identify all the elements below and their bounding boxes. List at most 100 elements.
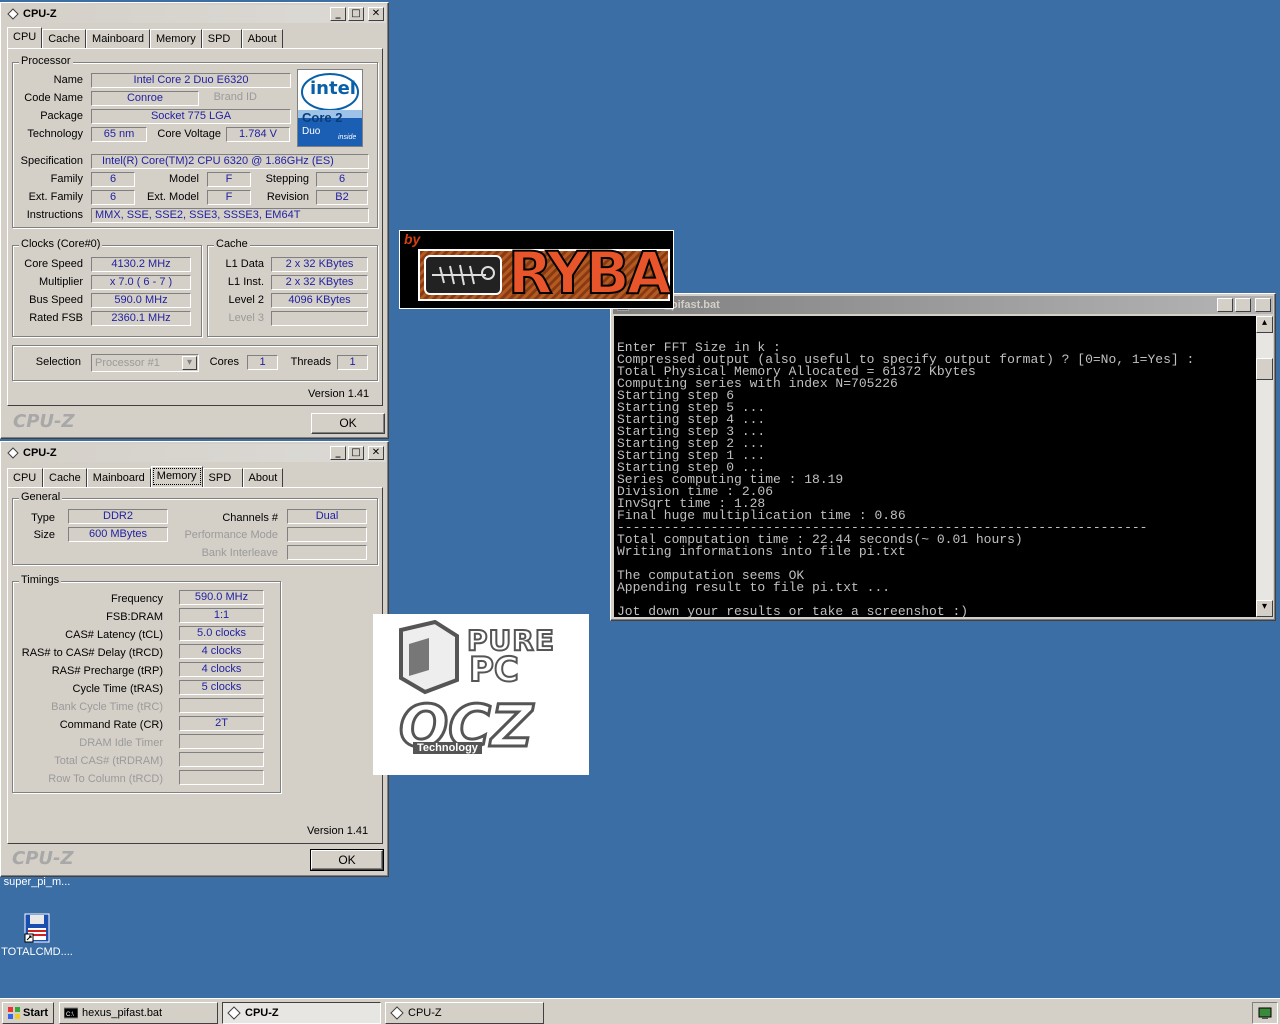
tab-mainboard[interactable]: Mainboard [86, 29, 151, 48]
tab-memory[interactable]: Memory [150, 29, 202, 48]
tras-value: 5 clocks [179, 680, 264, 695]
console-window[interactable]: hexus_pifast.bat _ □ ✕ Enter FFT Size in… [610, 293, 1276, 621]
size-label: Size [33, 529, 55, 541]
scroll-thumb[interactable] [1256, 358, 1273, 380]
minimize-button[interactable]: _ [330, 446, 346, 460]
desktop-icon-super-pi[interactable]: super_pi_m... [0, 876, 74, 888]
technology-value: 65 nm [91, 127, 147, 142]
name-label: Name [53, 74, 83, 86]
taskbar-button-console[interactable]: C:\ hexus_pifast.bat [59, 1002, 218, 1024]
window-title: CPU-Z [23, 8, 57, 20]
type-label: Type [31, 512, 55, 524]
tab-about[interactable]: About [242, 468, 284, 487]
trcd-value: 4 clocks [179, 644, 264, 659]
extmodel-label: Ext. Model [147, 191, 199, 203]
scroll-down-button[interactable]: ▾ [1256, 600, 1273, 617]
version-label: Version 1.41 [307, 825, 369, 837]
cpuz-titlebar[interactable]: CPU-Z _ □ ✕ [3, 5, 386, 23]
level2-value: 4096 KBytes [271, 293, 368, 308]
level2-label: Level 2 [228, 294, 264, 306]
taskbar-button-cpuz-active[interactable]: CPU-Z [222, 1002, 381, 1024]
corespeed-label: Core Speed [24, 258, 83, 270]
close-button[interactable]: ✕ [368, 7, 384, 21]
cpuz-app-icon [390, 1006, 404, 1020]
ok-button[interactable]: OK [310, 849, 384, 871]
taskbar-button-label: hexus_pifast.bat [82, 1007, 163, 1019]
family-label: Family [50, 173, 83, 185]
model-label: Model [169, 173, 199, 185]
tab-about[interactable]: About [241, 29, 283, 48]
channels-label: Channels # [222, 512, 278, 524]
trc-value [179, 698, 264, 713]
perfmode-value [287, 527, 367, 542]
cpuz-brand-text: CPU-Z [13, 411, 75, 432]
cpuz-app-icon [7, 447, 19, 459]
close-button[interactable]: ✕ [1255, 298, 1271, 312]
minimize-button[interactable]: _ [330, 7, 346, 21]
ryba-text: RYBA [507, 239, 673, 307]
corevoltage-value: 1.784 V [226, 127, 290, 142]
trp-value: 4 clocks [179, 662, 264, 677]
purepc-box-icon [399, 620, 459, 695]
chevron-down-icon[interactable]: ▾ [182, 356, 197, 370]
scroll-up-button[interactable]: ▴ [1256, 316, 1273, 333]
trc-label: Bank Cycle Time (tRC) [51, 701, 163, 713]
start-label: Start [23, 1007, 49, 1019]
cpuz-window-memory[interactable]: CPU-Z _ □ ✕ CPU Cache Mainboard Memory S… [0, 441, 389, 877]
ratedfsb-label: Rated FSB [29, 312, 83, 324]
console-scrollbar[interactable]: ▴ ▾ [1256, 316, 1273, 617]
tab-cpu[interactable]: CPU [7, 468, 43, 487]
multiplier-value: x 7.0 ( 6 - 7 ) [91, 275, 191, 290]
tab-spd[interactable]: SPD [201, 29, 242, 48]
stepping-label: Stepping [265, 173, 309, 185]
tab-spd[interactable]: SPD [202, 468, 243, 487]
tras-label: Cycle Time (tRAS) [72, 683, 163, 695]
cr-value: 2T [179, 716, 264, 731]
taskbar-button-cpuz[interactable]: CPU-Z [385, 1002, 544, 1024]
tab-cache[interactable]: Cache [42, 29, 87, 48]
package-value: Socket 775 LGA [91, 109, 291, 124]
package-label: Package [40, 110, 83, 122]
desktop-icon-totalcmd[interactable]: TOTALCMD.... [0, 912, 74, 958]
minimize-button[interactable]: _ [1217, 298, 1233, 312]
frequency-label: Frequency [111, 593, 163, 605]
console-output[interactable]: Enter FFT Size in k : Compressed output (… [614, 316, 1256, 617]
selection-label: Selection [35, 356, 81, 368]
corespeed-value: 4130.2 MHz [91, 257, 191, 272]
tray-network-icon[interactable] [1257, 1005, 1273, 1021]
desktop-icon-label: super_pi_m... [3, 876, 71, 888]
close-button[interactable]: ✕ [368, 446, 384, 460]
instructions-label: Instructions [26, 209, 83, 221]
family-value: 6 [91, 172, 135, 187]
taskbar-button-label: CPU-Z [408, 1007, 442, 1019]
general-group-title: General [19, 491, 63, 503]
tab-cpu[interactable]: CPU [7, 27, 43, 48]
revision-value: B2 [316, 190, 368, 205]
console-line: Appending result to file pi.txt ... [617, 580, 891, 595]
console-titlebar[interactable]: hexus_pifast.bat _ □ ✕ [613, 296, 1273, 314]
tab-cache[interactable]: Cache [43, 468, 87, 487]
stepping-value: 6 [316, 172, 368, 187]
tab-mainboard[interactable]: Mainboard [86, 468, 151, 487]
brandid-label: Brand ID [199, 91, 291, 106]
cr-label: Command Rate (CR) [59, 719, 163, 731]
maximize-button[interactable]: □ [1235, 298, 1251, 312]
ok-button[interactable]: OK [311, 413, 385, 434]
timings-group-title: Timings [19, 574, 62, 586]
name-value: Intel Core 2 Duo E6320 [91, 73, 291, 88]
rowcol-value [179, 770, 264, 785]
instructions-value: MMX, SSE, SSE2, SSE3, SSSE3, EM64T [91, 208, 369, 223]
purepc-text-2: PC [468, 649, 520, 691]
start-button[interactable]: Start [2, 1002, 54, 1024]
size-value: 600 MBytes [68, 527, 168, 542]
cpuz-titlebar[interactable]: CPU-Z _ □ ✕ [3, 444, 386, 462]
spec-value: Intel(R) Core(TM)2 CPU 6320 @ 1.86GHz (E… [91, 154, 369, 169]
taskbar: Start C:\ hexus_pifast.bat CPU-Z CPU-Z [0, 998, 1280, 1024]
tab-memory[interactable]: Memory [150, 466, 203, 487]
maximize-button[interactable]: □ [348, 446, 364, 460]
console-line: Writing informations into file pi.txt [617, 544, 906, 559]
system-tray [1252, 1002, 1278, 1024]
cpuz-window-cpu[interactable]: CPU-Z _ □ ✕ CPU Cache Mainboard Memory S… [0, 2, 389, 439]
maximize-button[interactable]: □ [348, 7, 364, 21]
extfamily-value: 6 [91, 190, 135, 205]
